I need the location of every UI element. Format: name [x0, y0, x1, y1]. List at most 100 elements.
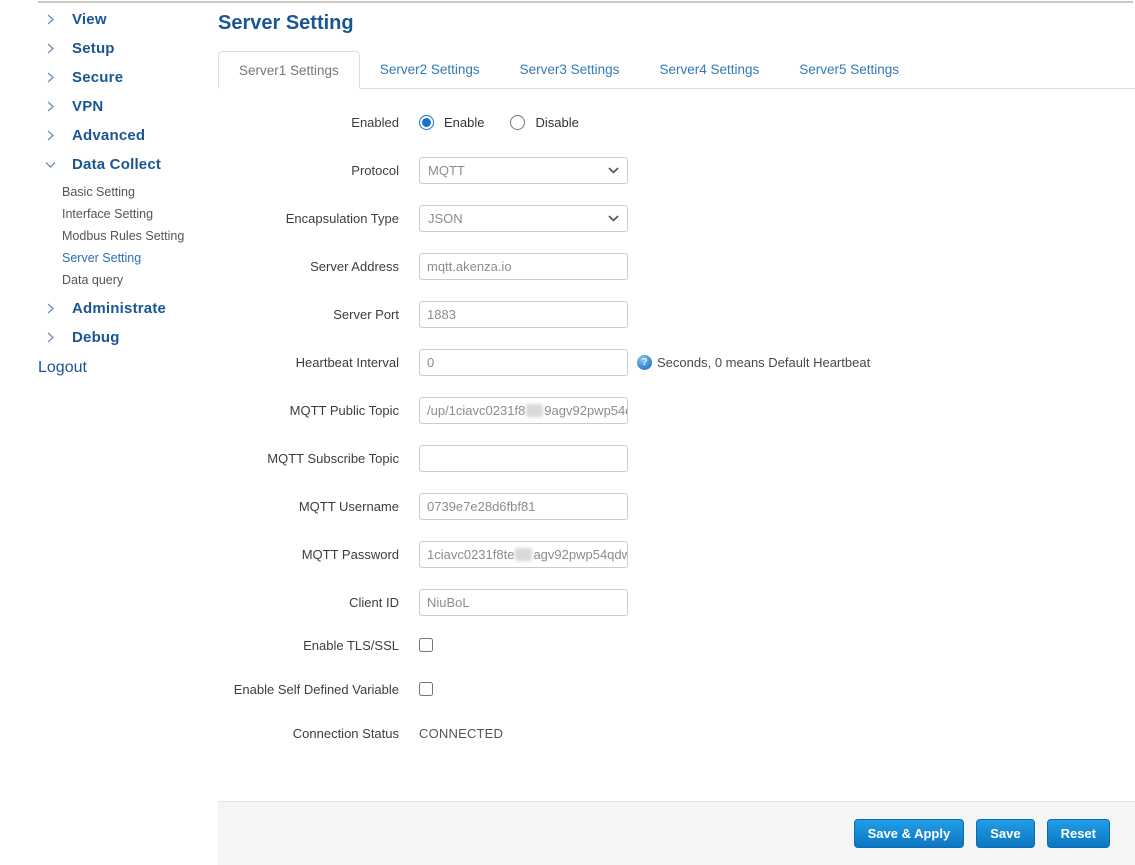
sidebar-subitem-interface-setting[interactable]: Interface Setting — [0, 203, 218, 225]
connection-status-value: CONNECTED — [419, 725, 504, 741]
chevron-down-icon — [44, 158, 57, 171]
client-id-label: Client ID — [349, 595, 399, 610]
row-mqtt-username: MQTT Username — [218, 493, 1135, 520]
tab-server1-settings[interactable]: Server1 Settings — [218, 51, 360, 89]
chevron-right-icon — [44, 129, 57, 142]
sidebar: View Setup Secure VPN Advanced Data Coll… — [0, 0, 218, 865]
mqtt-username-label: MQTT Username — [298, 499, 399, 514]
chevron-right-icon — [44, 302, 57, 315]
chevron-right-icon — [44, 331, 57, 344]
mqtt-public-topic-label: MQTT Public Topic — [289, 403, 399, 418]
sidebar-item-data-collect[interactable]: Data Collect — [0, 150, 218, 179]
row-mqtt-subscribe-topic: MQTT Subscribe Topic — [218, 445, 1135, 472]
save-and-apply-button[interactable]: Save & Apply — [853, 819, 965, 848]
sidebar-subitem-data-query[interactable]: Data query — [0, 269, 218, 291]
client-id-input[interactable] — [419, 589, 628, 616]
protocol-selected-value: MQTT — [428, 163, 465, 178]
protocol-select[interactable]: MQTT — [419, 157, 628, 184]
help-circle-icon: ? — [637, 355, 652, 370]
sidebar-item-label: VPN — [72, 98, 104, 115]
mqtt-username-input[interactable] — [419, 493, 628, 520]
chevron-right-icon — [44, 100, 57, 113]
mqtt-password-label: MQTT Password — [301, 547, 399, 562]
server-port-input[interactable] — [419, 301, 628, 328]
row-enable-tls: Enable TLS/SSL — [218, 637, 1135, 653]
mqtt-public-topic-value-suffix: 9agv92pwp54qd — [544, 403, 627, 418]
row-mqtt-password: MQTT Password 1ciavc0231f8te agv92pwp54q… — [218, 541, 1135, 568]
row-client-id: Client ID — [218, 589, 1135, 616]
row-protocol: Protocol MQTT — [218, 157, 1135, 184]
sidebar-item-label: Advanced — [72, 127, 146, 144]
sidebar-item-secure[interactable]: Secure — [0, 63, 218, 92]
enable-tls-checkbox[interactable] — [419, 638, 433, 652]
sidebar-item-debug[interactable]: Debug — [0, 323, 218, 352]
sidebar-item-label: Setup — [72, 40, 115, 57]
server-address-input[interactable] — [419, 253, 628, 280]
save-button[interactable]: Save — [976, 819, 1035, 848]
redacted-blur — [526, 404, 544, 417]
sidebar-item-label: Administrate — [72, 300, 167, 317]
mqtt-subscribe-topic-label: MQTT Subscribe Topic — [267, 451, 399, 466]
enabled-label: Enabled — [351, 115, 399, 130]
sidebar-item-advanced[interactable]: Advanced — [0, 121, 218, 150]
sidebar-item-label: Secure — [72, 69, 124, 86]
heartbeat-interval-input[interactable] — [419, 349, 628, 376]
mqtt-public-topic-input[interactable]: /up/1ciavc0231f8 9agv92pwp54qd — [419, 397, 628, 424]
chevron-down-icon — [608, 215, 619, 222]
mqtt-public-topic-value-prefix: /up/1ciavc0231f8 — [427, 403, 526, 418]
sidebar-item-label: Data Collect — [72, 156, 162, 173]
enable-self-defined-variable-label: Enable Self Defined Variable — [233, 681, 399, 697]
logout-link[interactable]: Logout — [0, 359, 218, 377]
sidebar-item-vpn[interactable]: VPN — [0, 92, 218, 121]
sidebar-item-setup[interactable]: Setup — [0, 34, 218, 63]
page: View Setup Secure VPN Advanced Data Coll… — [0, 0, 1135, 865]
sidebar-subitem-basic-setting[interactable]: Basic Setting — [0, 181, 218, 203]
mqtt-subscribe-topic-input[interactable] — [419, 445, 628, 472]
mqtt-password-value-suffix: agv92pwp54qdwh — [533, 547, 628, 562]
tab-server2-settings[interactable]: Server2 Settings — [360, 51, 500, 88]
enable-radio[interactable] — [419, 115, 434, 130]
main-content: Server Setting Server1 Settings Server2 … — [218, 0, 1135, 865]
chevron-right-icon — [44, 13, 57, 26]
row-server-port: Server Port — [218, 301, 1135, 328]
row-enabled: Enabled Enable Disable — [218, 109, 1135, 136]
redacted-blur — [515, 548, 533, 561]
form-footer: Save & Apply Save Reset — [218, 801, 1135, 865]
row-encapsulation-type: Encapsulation Type JSON — [218, 205, 1135, 232]
row-server-address: Server Address — [218, 253, 1135, 280]
server-tabs: Server1 Settings Server2 Settings Server… — [218, 51, 1135, 89]
chevron-right-icon — [44, 71, 57, 84]
server-address-label: Server Address — [310, 259, 399, 274]
row-enable-self-defined-variable: Enable Self Defined Variable — [218, 681, 1135, 697]
encapsulation-type-label: Encapsulation Type — [285, 211, 399, 226]
tab-server5-settings[interactable]: Server5 Settings — [779, 51, 919, 88]
sidebar-subitem-modbus-rules-setting[interactable]: Modbus Rules Setting — [0, 225, 218, 247]
connection-status-label: Connection Status — [292, 725, 399, 741]
sidebar-item-view[interactable]: View — [0, 5, 218, 34]
sidebar-item-label: View — [72, 11, 107, 28]
enable-tls-label: Enable TLS/SSL — [303, 637, 399, 653]
tab-server4-settings[interactable]: Server4 Settings — [639, 51, 779, 88]
enable-radio-label: Enable — [444, 115, 485, 130]
encapsulation-type-selected-value: JSON — [428, 211, 463, 226]
encapsulation-type-select[interactable]: JSON — [419, 205, 628, 232]
tab-server3-settings[interactable]: Server3 Settings — [500, 51, 640, 88]
data-collect-submenu: Basic Setting Interface Setting Modbus R… — [0, 179, 218, 294]
disable-radio[interactable] — [510, 115, 526, 130]
sidebar-subitem-server-setting[interactable]: Server Setting — [0, 247, 218, 269]
sidebar-item-label: Debug — [72, 329, 120, 346]
mqtt-password-value-prefix: 1ciavc0231f8te — [427, 547, 515, 562]
row-connection-status: Connection Status CONNECTED — [218, 725, 1135, 741]
mqtt-password-input[interactable]: 1ciavc0231f8te agv92pwp54qdwh — [419, 541, 628, 568]
chevron-right-icon — [44, 42, 57, 55]
sidebar-item-administrate[interactable]: Administrate — [0, 294, 218, 323]
row-heartbeat-interval: Heartbeat Interval ? Seconds, 0 means De… — [218, 349, 1135, 376]
enable-self-defined-variable-checkbox[interactable] — [419, 682, 433, 696]
reset-button[interactable]: Reset — [1046, 819, 1110, 848]
server1-settings-form: Enabled Enable Disable Protocol MQTT Enc… — [218, 89, 1135, 741]
chevron-down-icon — [608, 167, 619, 174]
disable-radio-label: Disable — [535, 115, 579, 130]
page-title: Server Setting — [218, 12, 354, 34]
protocol-label: Protocol — [351, 163, 399, 178]
heartbeat-hint-text: Seconds, 0 means Default Heartbeat — [657, 355, 871, 370]
